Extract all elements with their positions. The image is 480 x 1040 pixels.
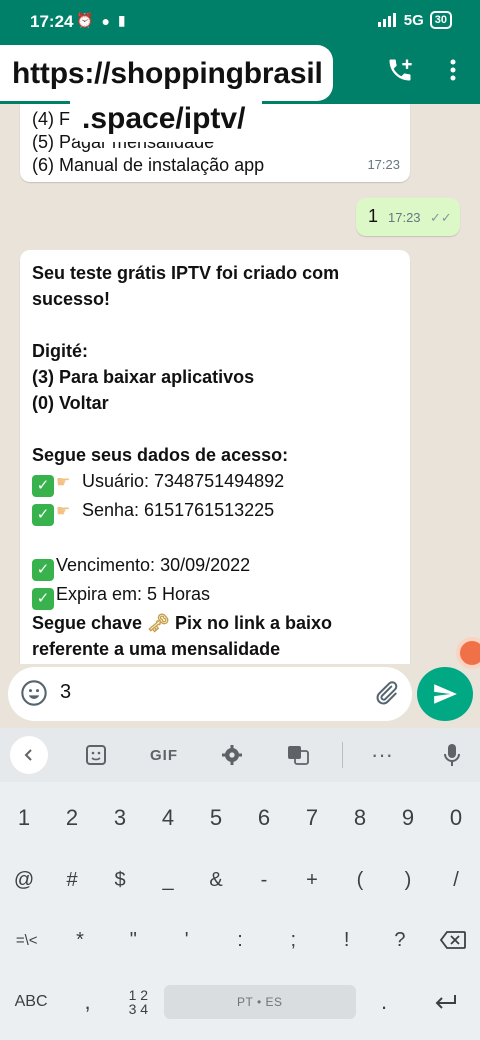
expires-in-line: Expira em: 5 Horas <box>56 584 211 604</box>
key-open-paren[interactable]: ( <box>336 852 384 908</box>
message-line: Digité: <box>32 341 88 361</box>
key-question[interactable]: ? <box>373 912 426 968</box>
key-dollar[interactable]: $ <box>96 852 144 908</box>
emoji-icon[interactable] <box>20 679 48 712</box>
message-line: (0) Voltar <box>32 393 109 413</box>
key-asterisk[interactable]: * <box>53 912 106 968</box>
settings-icon[interactable] <box>212 728 252 782</box>
key-8[interactable]: 8 <box>336 790 384 846</box>
gif-button[interactable]: GIF <box>144 728 184 782</box>
key-0[interactable]: 0 <box>432 790 480 846</box>
key-at[interactable]: @ <box>0 852 48 908</box>
message-line: (6) Manual de instalação app <box>32 155 265 175</box>
microphone-icon[interactable] <box>432 728 472 782</box>
url-overlay-line1: https://shoppingbrasil <box>0 45 333 101</box>
sticker-icon[interactable] <box>76 728 116 782</box>
numpad-key[interactable]: 1 2 3 4 <box>113 974 164 1030</box>
more-options-icon[interactable] <box>447 56 459 89</box>
key-3[interactable]: 3 <box>96 790 144 846</box>
symbol-row-1: @ # $ _ & - + ( ) / <box>0 852 480 908</box>
message-line: Segue seus dados de acesso: <box>32 445 289 465</box>
check-mark-icon: ✓ <box>32 504 54 526</box>
key-2[interactable]: 2 <box>48 790 96 846</box>
double-check-icon: ✓✓ <box>430 210 452 225</box>
key-period[interactable]: . <box>356 974 412 1030</box>
password-line: Senha: 6151761513225 <box>82 500 275 520</box>
chevron-left-icon[interactable] <box>10 736 48 774</box>
key-7[interactable]: 7 <box>288 790 336 846</box>
translate-icon[interactable] <box>278 728 318 782</box>
key-underscore[interactable]: _ <box>144 852 192 908</box>
check-mark-icon: ✓ <box>32 588 54 610</box>
more-icon[interactable]: ··· <box>362 728 402 782</box>
space-key[interactable]: PT • ES <box>163 985 356 1019</box>
check-mark-icon: ✓ <box>32 559 54 581</box>
message-input-bar[interactable]: 3 <box>8 667 412 721</box>
key-4[interactable]: 4 <box>144 790 192 846</box>
notification-icon: ● <box>101 12 110 29</box>
number-row: 1 2 3 4 5 6 7 8 9 0 <box>0 790 480 846</box>
expiry-date-line: Vencimento: 30/09/2022 <box>56 555 251 575</box>
chat-area[interactable]: (4) Fe (5) Pagar mensalidade (6) Manual … <box>0 104 480 664</box>
incoming-message[interactable]: Seu teste grátis IPTV foi criado com suc… <box>20 250 410 664</box>
symbol-row-2: =\< * " ' : ; ! ? <box>0 912 480 968</box>
backspace-icon <box>440 931 467 949</box>
network-type: 5G <box>403 11 424 29</box>
key-semicolon[interactable]: ; <box>267 912 320 968</box>
backspace-key[interactable] <box>427 912 480 968</box>
enter-icon <box>435 995 457 1009</box>
key-hash[interactable]: # <box>48 852 96 908</box>
check-mark-icon: ✓ <box>32 475 54 497</box>
send-button[interactable] <box>417 667 473 721</box>
keyboard[interactable]: GIF ··· 1 2 3 4 5 6 7 8 9 0 @ # $ _ & - … <box>0 728 480 1040</box>
key-1[interactable]: 1 <box>0 790 48 846</box>
key-5[interactable]: 5 <box>192 790 240 846</box>
key-close-paren[interactable]: ) <box>384 852 432 908</box>
status-bar: 17:24 ⏰ ● ▮ 5G 30 <box>0 0 480 44</box>
key-minus[interactable]: - <box>240 852 288 908</box>
signal-icon <box>377 13 396 27</box>
key-double-quote[interactable]: " <box>107 912 160 968</box>
more-symbols-key[interactable]: =\< <box>0 912 53 968</box>
key-exclamation[interactable]: ! <box>320 912 373 968</box>
message-input[interactable]: 3 <box>60 681 71 704</box>
message-line: (3) Para baixar aplicativos <box>32 367 255 387</box>
bottom-row: ABC , 1 2 3 4 PT • ES . <box>0 974 480 1030</box>
scroll-bubble[interactable] <box>456 637 480 669</box>
battery-icon: 30 <box>429 11 452 29</box>
add-call-icon[interactable] <box>386 56 414 89</box>
key-single-quote[interactable]: ' <box>160 912 213 968</box>
key-ampersand[interactable]: & <box>192 852 240 908</box>
pointing-hand-icon: ☛ <box>56 503 71 520</box>
key-slash[interactable]: / <box>432 852 480 908</box>
message-line: referente a uma mensalidade <box>32 639 281 659</box>
key-plus[interactable]: + <box>288 852 336 908</box>
video-icon: ▮ <box>117 12 126 28</box>
keyboard-toolbar: GIF ··· <box>0 728 480 782</box>
key-colon[interactable]: : <box>213 912 266 968</box>
username-line: Usuário: 7348751494892 <box>82 471 285 491</box>
pointing-hand-icon: ☛ <box>56 474 71 491</box>
message-time: 17:23 <box>367 157 400 172</box>
alarm-icon: ⏰ <box>76 12 94 28</box>
key-icon: 🗝 <box>147 613 170 633</box>
attach-icon[interactable] <box>372 679 400 712</box>
message-time: 17:23 <box>388 210 421 225</box>
key-comma[interactable]: , <box>62 974 113 1030</box>
send-icon <box>434 684 457 704</box>
key-6[interactable]: 6 <box>240 790 288 846</box>
message-line: Seu teste grátis IPTV foi criado com suc… <box>32 263 340 309</box>
url-overlay-line2: .space/iptv/ <box>70 100 262 142</box>
abc-key[interactable]: ABC <box>0 974 62 1030</box>
message-text: 1 <box>368 206 379 226</box>
enter-key[interactable] <box>412 974 480 1030</box>
outgoing-message[interactable]: 1 17:23 ✓✓ <box>356 198 460 236</box>
status-time: 17:24 <box>30 12 74 31</box>
key-9[interactable]: 9 <box>384 790 432 846</box>
